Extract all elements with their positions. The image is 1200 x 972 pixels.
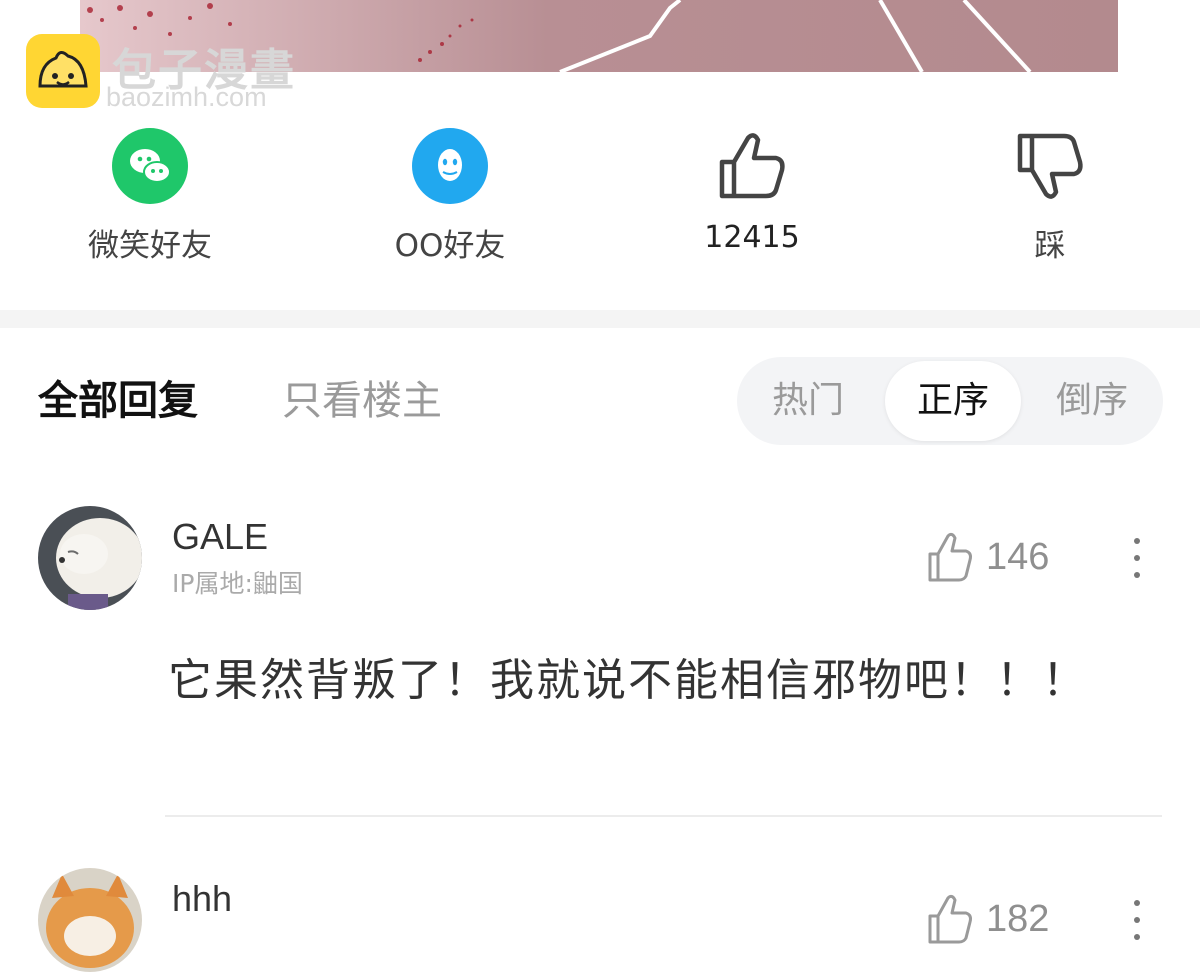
share-wechat-button[interactable]: 微笑好友 xyxy=(50,128,250,265)
like-count: 12415 xyxy=(704,220,800,255)
avatar[interactable] xyxy=(38,868,142,972)
share-qq-label: OO好友 xyxy=(394,228,506,264)
comment-text: 它果然背叛了！我就说不能相信邪物吧！！！ xyxy=(168,655,1088,706)
share-qq-button[interactable]: OO好友 xyxy=(350,128,550,265)
sort-ascending-option[interactable]: 正序 xyxy=(885,361,1021,441)
thumbs-up-icon xyxy=(928,532,972,582)
sort-descending-option[interactable]: 倒序 xyxy=(1037,357,1147,445)
dislike-label: 踩 xyxy=(1034,228,1066,264)
comment-like-button[interactable] xyxy=(926,532,974,588)
comment-username[interactable]: hhh xyxy=(172,878,232,920)
watermark-brand-en: baozimh.com xyxy=(106,82,267,112)
qq-icon xyxy=(412,128,488,204)
comment-like-button[interactable] xyxy=(926,894,974,950)
share-reaction-row: 微笑好友 OO好友 12415 踩 xyxy=(0,128,1200,278)
more-options-icon[interactable] xyxy=(1132,538,1142,589)
like-button[interactable]: 12415 xyxy=(652,128,852,255)
baozi-logo-icon xyxy=(26,34,100,108)
comment-separator xyxy=(165,815,1162,817)
wechat-icon xyxy=(112,128,188,204)
tab-owner-only[interactable]: 只看楼主 xyxy=(282,368,442,426)
share-wechat-label: 微笑好友 xyxy=(88,228,212,264)
section-divider xyxy=(0,310,1200,328)
comment-like-count: 182 xyxy=(986,898,1050,940)
thumbs-down-icon xyxy=(1012,128,1088,204)
tab-all-replies[interactable]: 全部回复 xyxy=(38,368,198,426)
comment-username[interactable]: GALE xyxy=(172,516,268,558)
comment-like-count: 146 xyxy=(986,536,1050,578)
thumbs-up-icon xyxy=(714,128,790,204)
more-options-icon[interactable] xyxy=(1132,900,1142,951)
site-watermark: 包子漫畫 baozimh.com xyxy=(26,34,326,114)
dislike-button[interactable]: 踩 xyxy=(950,128,1150,265)
sort-hot-option[interactable]: 热门 xyxy=(753,357,863,445)
comment-ip-location: IP属地:鼬国 xyxy=(172,569,303,598)
sort-segmented-control: 热门 正序 倒序 xyxy=(737,357,1163,445)
avatar[interactable] xyxy=(38,506,142,610)
thumbs-up-icon xyxy=(928,894,972,944)
